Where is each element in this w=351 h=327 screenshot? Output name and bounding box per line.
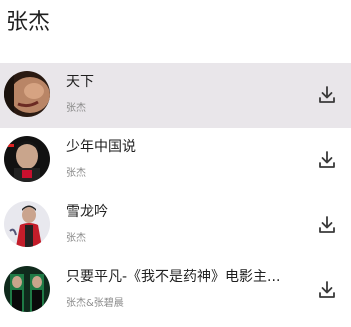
song-artist: 张杰 [66,233,86,244]
download-icon[interactable] [316,149,338,171]
song-row[interactable]: 少年中国说 张杰 [0,128,351,193]
album-cover [4,136,50,182]
song-artist: 张杰 [66,168,86,179]
song-row[interactable]: 天下 张杰 [0,63,351,128]
download-icon[interactable] [316,279,338,301]
album-cover [4,201,50,247]
download-icon[interactable] [316,214,338,236]
song-title: 雪龙吟 [66,204,108,220]
song-title: 天下 [66,74,94,90]
album-cover [4,266,50,312]
song-artist: 张杰 [66,103,86,114]
album-cover [4,71,50,117]
download-icon[interactable] [316,84,338,106]
song-title: 少年中国说 [66,139,136,155]
song-row[interactable]: 只要平凡-《我不是药神》电影主... 张杰&张碧晨 [0,258,351,323]
song-row[interactable]: 雪龙吟 张杰 [0,193,351,258]
song-list: 天下 张杰 少年中国说 张杰 雪龙吟 张杰 只要平凡-《我不是药神》电影主...… [0,63,351,323]
song-artist: 张杰&张碧晨 [66,298,124,309]
page-title: 张杰 [6,10,51,35]
song-title: 只要平凡-《我不是药神》电影主... [66,269,281,285]
